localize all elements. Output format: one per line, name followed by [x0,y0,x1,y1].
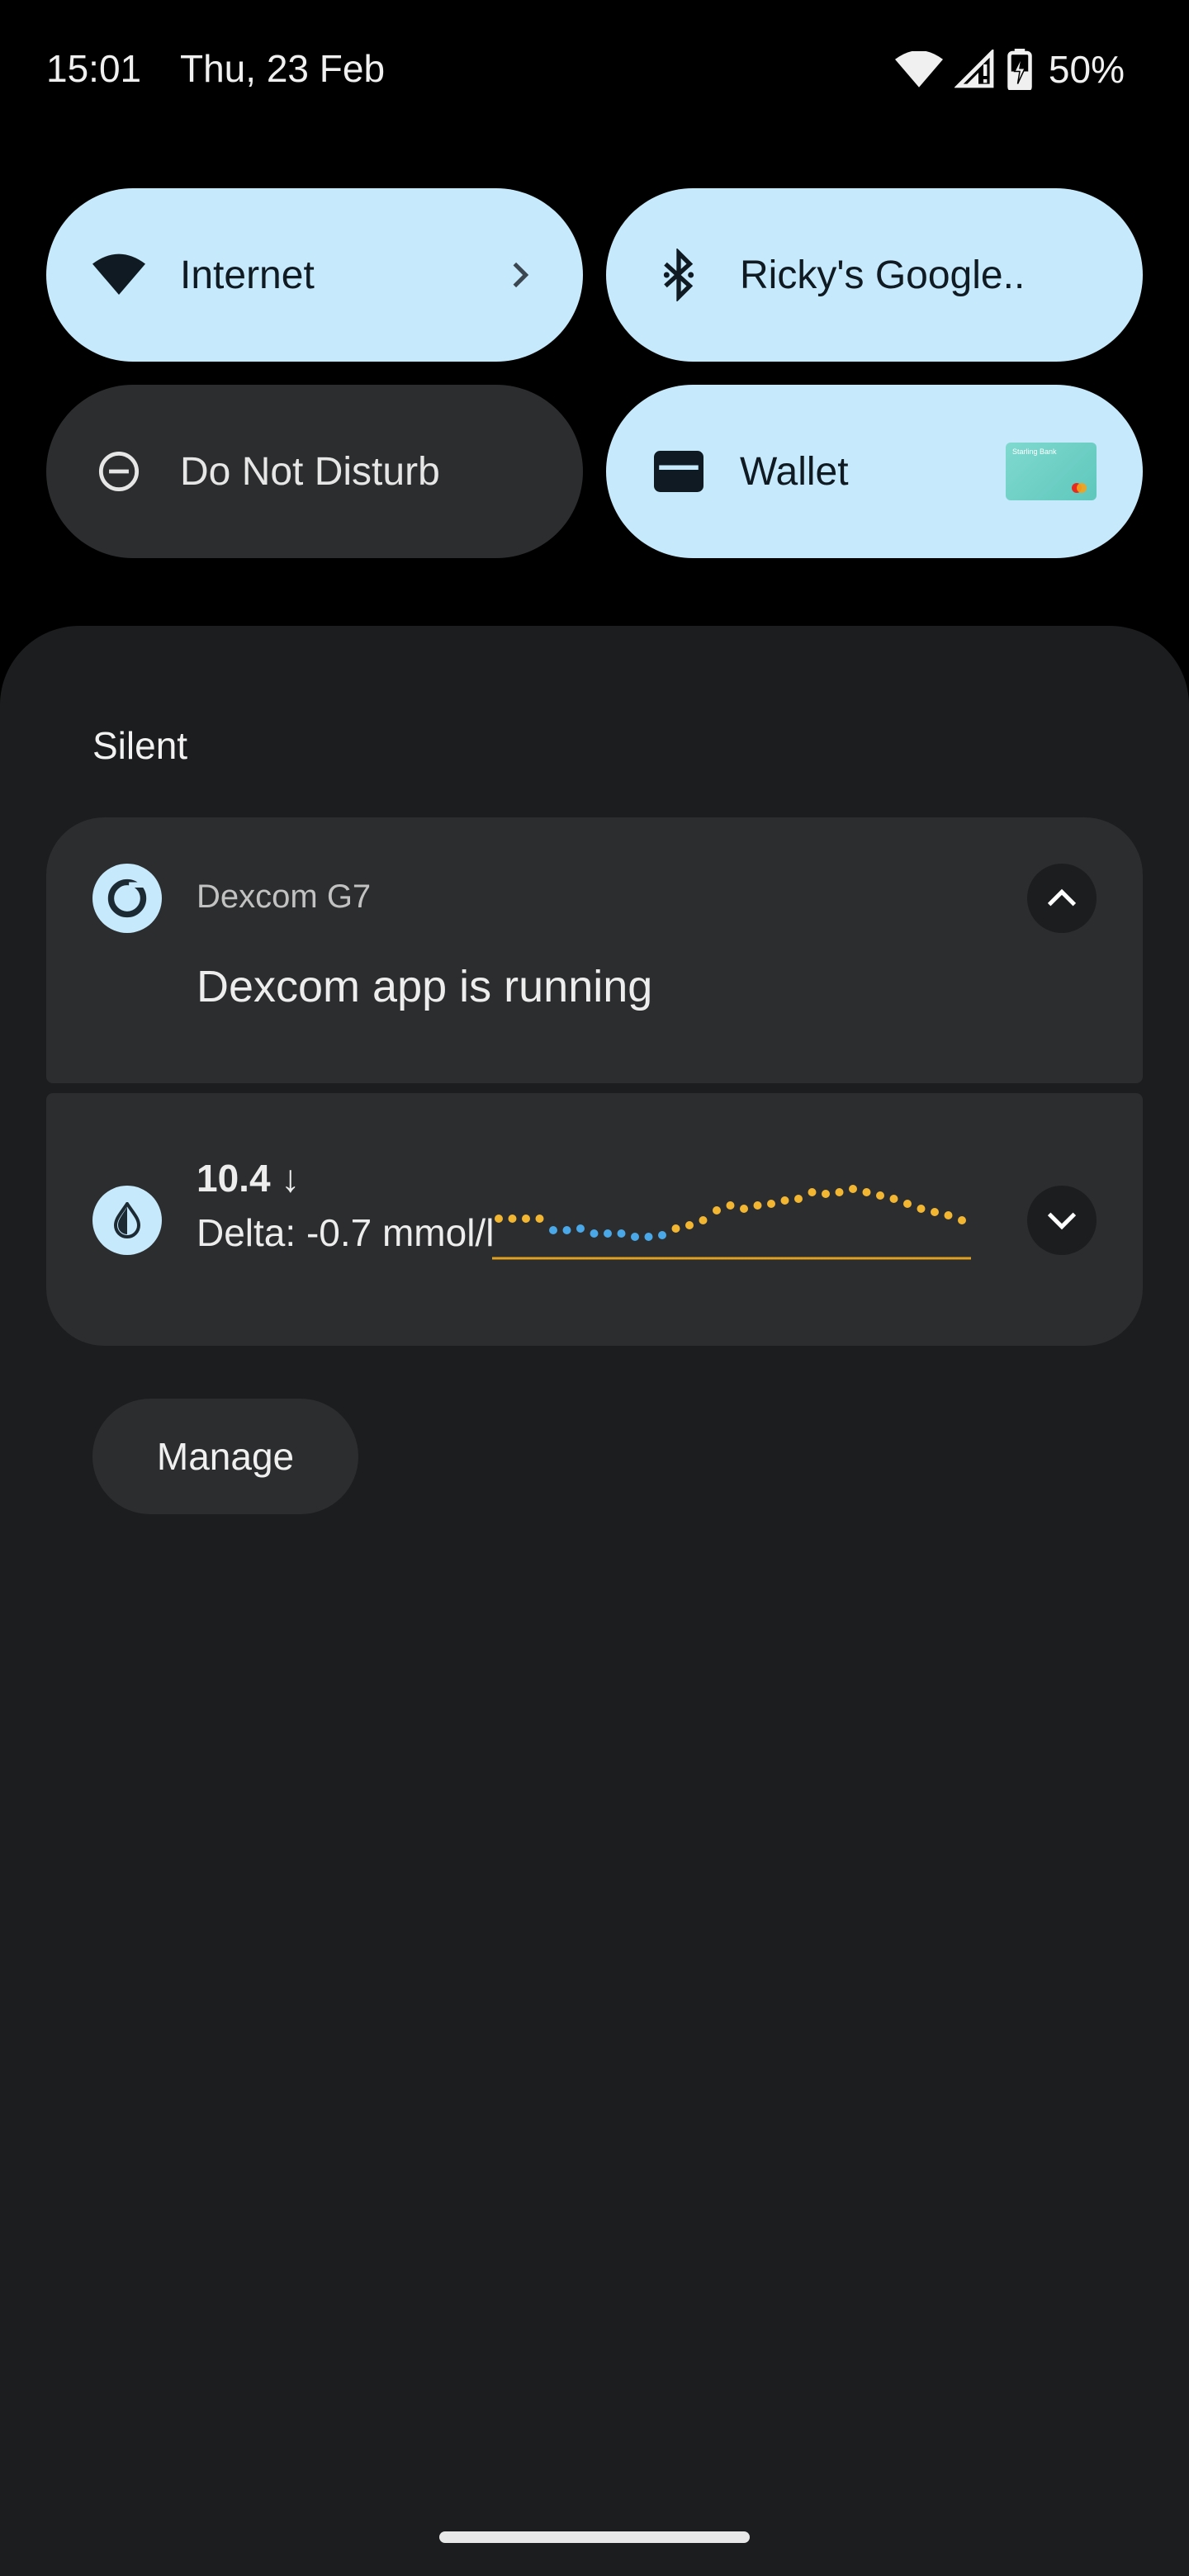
glucose-value: 10.4 ↓ [197,1157,301,1200]
glucose-reading-dot [740,1205,748,1213]
glucose-reading-dot [522,1215,530,1223]
glucose-delta: Delta: -0.7 mmol/l [197,1211,495,1254]
drop-half-icon [92,1186,162,1255]
collapse-button[interactable] [1027,864,1097,933]
status-icons: 50% [894,45,1125,94]
glucose-reading-dot [794,1195,803,1203]
glucose-reading-dot [508,1215,517,1223]
glucose-reading-dot [767,1200,775,1208]
screen: 15:01 Thu, 23 Feb 50% Internet Ricky's G… [0,0,1189,2576]
dexcom-ring-icon [92,864,162,933]
status-time: 15:01 [46,47,142,90]
tile-internet-label: Internet [180,253,315,297]
section-header-silent: Silent [92,724,188,767]
signal-icon [954,50,994,88]
tile-wallet[interactable]: Wallet Starling Bank [606,385,1143,558]
bluetooth-icon [652,249,705,301]
glucose-reading-dot [685,1221,694,1229]
tile-internet[interactable]: Internet [46,188,583,362]
notification-app-name: Dexcom G7 [197,878,372,915]
wallet-icon [652,445,705,498]
glucose-reading-dot [535,1215,544,1223]
glucose-reading-dot [631,1233,639,1241]
glucose-reading-dot [699,1216,708,1224]
tile-bluetooth-label: Ricky's Google.. [740,253,1026,297]
home-indicator[interactable] [439,2531,750,2543]
tile-wallet-label: Wallet [740,449,849,494]
glucose-reading-dot [931,1208,939,1216]
status-date: Thu, 23 Feb [180,47,386,90]
expand-button[interactable] [1027,1186,1097,1255]
wifi-icon [92,249,145,301]
glucose-reading-dot [713,1206,721,1215]
wallet-card-thumbnail: Starling Bank [1006,443,1097,500]
glucose-reading-dot [576,1224,585,1233]
glucose-reading-dot [889,1195,898,1203]
chevron-down-icon [1047,1212,1077,1230]
chevron-up-icon [1047,888,1077,907]
glucose-reading-dot [671,1224,680,1233]
glucose-reading-dot [644,1233,653,1241]
glucose-reading-dot [658,1231,666,1239]
glucose-reading-dot [604,1229,612,1238]
minus-circle-icon [92,445,145,498]
glucose-reading-dot [876,1191,884,1200]
glucose-reading-dot [780,1196,789,1205]
wallet-card-name: Starling Bank [1012,447,1057,456]
glucose-reading-dot [862,1188,871,1196]
glucose-reading-dot [822,1190,830,1198]
glucose-reading-dot [849,1185,857,1193]
tile-bluetooth[interactable]: Ricky's Google.. [606,188,1143,362]
glucose-reading-dot [835,1188,844,1196]
glucose-reading-dot [917,1205,926,1213]
tile-dnd-label: Do Not Disturb [180,449,440,494]
mastercard-logo-icon [1072,483,1087,493]
glucose-reading-dot [590,1229,599,1238]
notification-title: Dexcom app is running [197,962,653,1011]
manage-button[interactable]: Manage [92,1399,358,1514]
glucose-reading-dot [903,1200,912,1208]
glucose-reading-dot [617,1229,626,1238]
chevron-right-icon [513,262,529,288]
tile-do-not-disturb[interactable]: Do Not Disturb [46,385,583,558]
glucose-reading-dot [549,1226,557,1234]
notification-shade: Silent Dexcom G7 Dexcom app is running 1… [0,626,1189,2576]
glucose-reading-dot [495,1215,503,1223]
status-bar: 15:01 Thu, 23 Feb 50% [0,0,1189,140]
wifi-icon [894,51,943,88]
glucose-reading-dot [958,1216,966,1224]
glucose-reading-dot [562,1226,571,1234]
glucose-reading-dot [944,1211,953,1219]
battery-charging-icon [1007,49,1032,90]
notification-glucose[interactable]: 10.4 ↓ Delta: -0.7 mmol/l [46,1093,1143,1346]
notification-dexcom-running[interactable]: Dexcom G7 Dexcom app is running [46,817,1143,1083]
glucose-reading-dot [808,1188,817,1196]
glucose-reading-dot [726,1201,735,1210]
glucose-trend-sparkline [492,1185,971,1260]
glucose-reading-dot [753,1201,762,1210]
battery-percentage: 50% [1048,48,1125,91]
